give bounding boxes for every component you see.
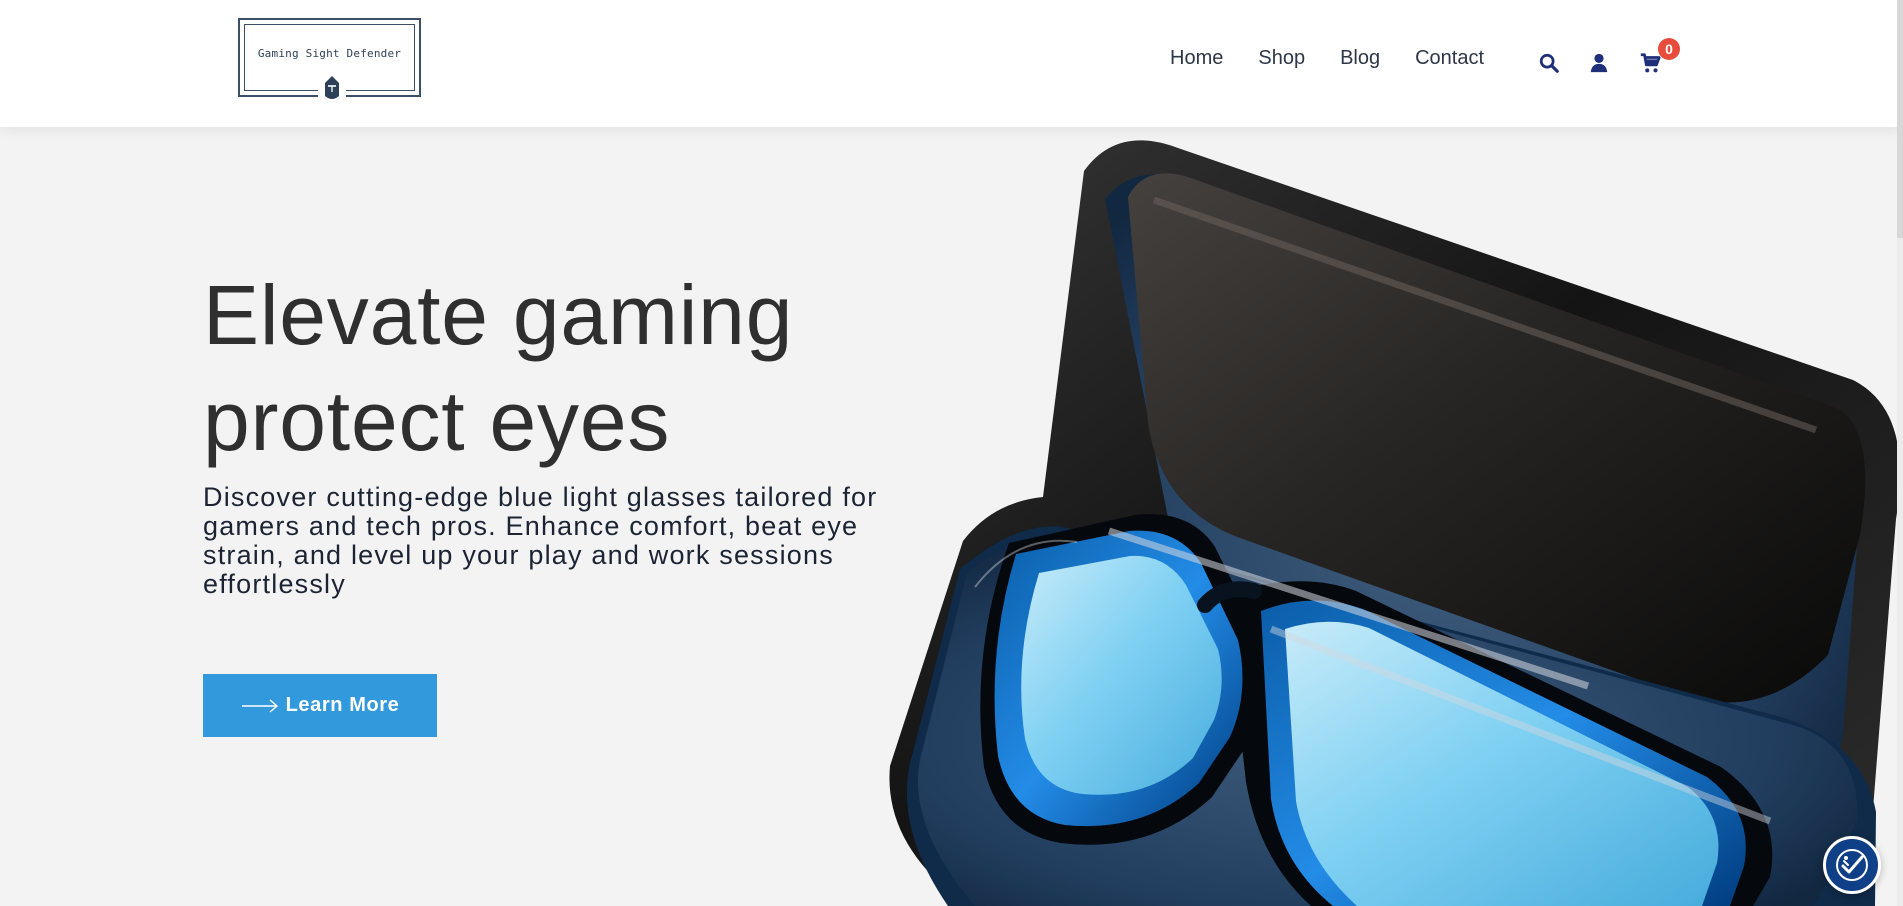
site-logo[interactable]: Gaming Sight Defender	[238, 18, 421, 103]
main-navigation: Home Shop Blog Contact	[1170, 47, 1484, 70]
page-scrollbar-thumb[interactable]	[1897, 0, 1903, 238]
logo-text: Gaming Sight Defender	[257, 47, 402, 60]
hero-description: Discover cutting-edge blue light glasses…	[203, 482, 878, 599]
accessibility-icon	[1836, 849, 1868, 881]
blue-light-glasses-case-image	[889, 140, 1901, 906]
nav-blog-link[interactable]: Blog	[1340, 47, 1380, 70]
learn-more-button[interactable]: Learn More	[203, 674, 437, 737]
arrow-right-icon	[241, 698, 278, 713]
cart-icon[interactable]	[1639, 52, 1661, 74]
accessibility-button[interactable]	[1823, 836, 1881, 894]
header-actions: 0	[1538, 38, 1693, 81]
hero-section: Elevate gaming protect eyes Discover cut…	[0, 127, 1903, 906]
hero-title: Elevate gaming protect eyes	[203, 268, 794, 468]
nav-contact-link[interactable]: Contact	[1415, 47, 1484, 70]
nav-home-link[interactable]: Home	[1170, 47, 1223, 70]
knight-helmet-icon-svg	[325, 76, 339, 99]
learn-more-label: Learn More	[285, 694, 400, 716]
user-icon[interactable]	[1588, 52, 1610, 74]
cart-count-badge: 0	[1658, 38, 1680, 60]
site-header: Gaming Sight Defender Home Shop Blog Con…	[0, 0, 1903, 127]
search-icon[interactable]	[1538, 52, 1560, 74]
nav-shop-link[interactable]: Shop	[1258, 47, 1305, 70]
knight-helmet-icon	[318, 73, 346, 103]
